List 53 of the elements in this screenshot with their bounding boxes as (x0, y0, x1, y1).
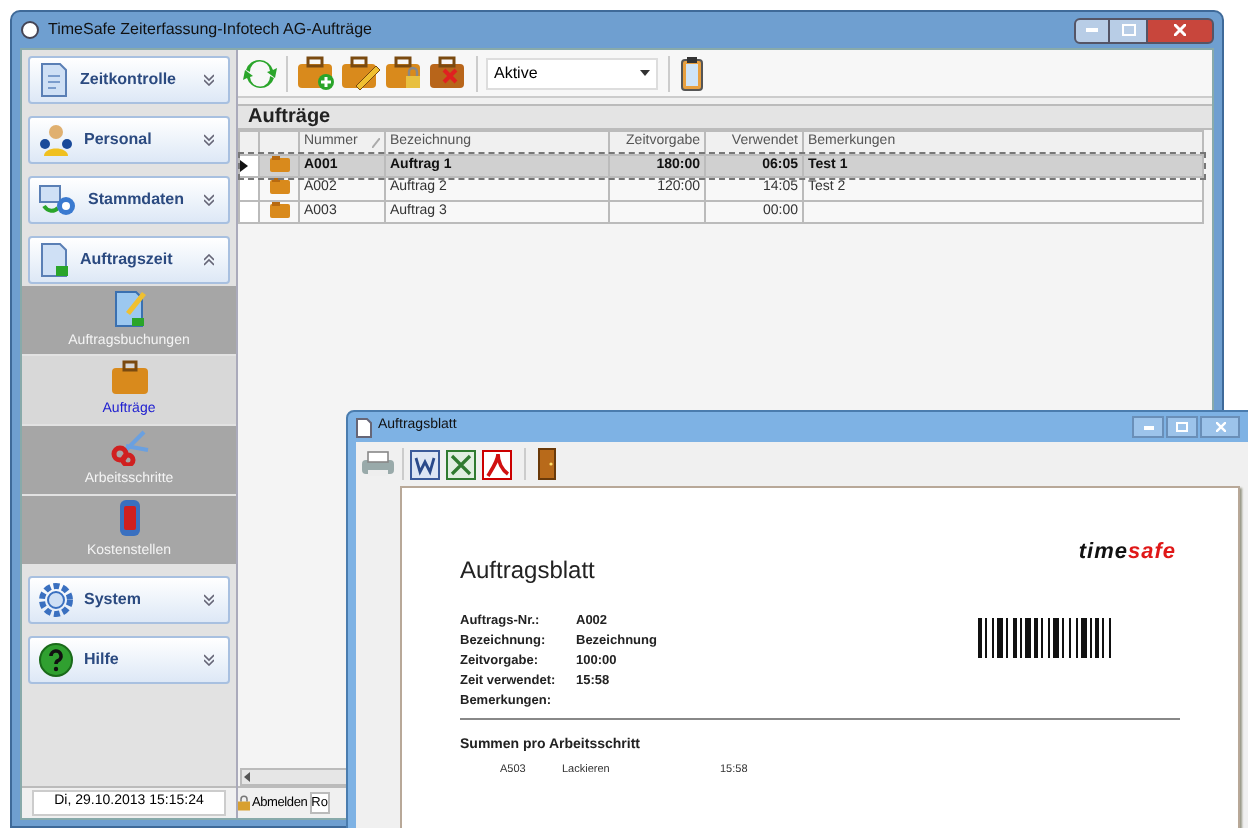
maximize-button[interactable] (1166, 416, 1198, 438)
clipboard-icon[interactable] (680, 55, 704, 91)
maximize-button[interactable] (1110, 17, 1146, 43)
horizontal-scrollbar[interactable] (240, 767, 350, 785)
folder-icon (269, 178, 289, 195)
minimize-button[interactable] (1074, 17, 1110, 43)
sidebar-group-button[interactable]: Auftragszeit (28, 236, 230, 284)
phone-icon (117, 497, 141, 538)
maximize-icon (1121, 24, 1135, 36)
row-pointer-icon (240, 159, 248, 172)
folder-icon (269, 201, 289, 218)
close-button[interactable] (1200, 416, 1240, 438)
help-icon (38, 642, 74, 678)
logo: timesafe (1078, 538, 1176, 568)
scroll-left-icon (242, 771, 252, 781)
close-icon (1215, 422, 1225, 432)
briefcase-delete-icon[interactable] (428, 55, 468, 91)
report-heading: Auftragsblatt (460, 554, 595, 588)
sidebar-group-button[interactable]: Stammdaten (28, 176, 230, 224)
app-icon (20, 20, 40, 40)
word-export-icon[interactable] (410, 449, 440, 479)
excel-export-icon[interactable] (446, 449, 476, 479)
document-icon (38, 62, 70, 98)
sidebar-group-button[interactable]: Zeitkontrolle (28, 56, 230, 104)
pdf-export-icon[interactable] (482, 449, 512, 479)
window-title: TimeSafe Zeiterfassung-Infotech AG-Aufträge (48, 18, 373, 42)
scissors-icon (109, 429, 149, 466)
close-button[interactable] (1146, 17, 1214, 43)
minimize-icon (1086, 28, 1098, 32)
lock-icon (238, 794, 250, 812)
close-icon (1174, 24, 1186, 36)
door-icon[interactable] (538, 448, 556, 480)
briefcase-lock-icon[interactable] (384, 55, 424, 91)
briefcase-add-icon[interactable] (296, 55, 336, 91)
document-icon (38, 242, 70, 278)
maximize-icon (1176, 422, 1188, 432)
refresh-icon[interactable] (242, 55, 278, 91)
printer-icon[interactable] (360, 450, 396, 478)
caret-icon (640, 70, 650, 76)
sort-icon (372, 137, 380, 148)
briefcase-edit-icon[interactable] (340, 55, 380, 91)
sidebar-group-button[interactable]: System (28, 576, 230, 624)
document-pencil-icon (111, 287, 147, 328)
people-icon (38, 122, 74, 158)
folder-icon (269, 155, 289, 172)
briefcase-icon (109, 359, 149, 396)
document-icon (356, 417, 372, 437)
minimize-button[interactable] (1132, 416, 1164, 438)
filter-dropdown[interactable]: Aktive (486, 57, 658, 89)
minimize-icon (1143, 425, 1153, 429)
grid-title: Aufträge (248, 104, 331, 132)
sidebar-group-button[interactable]: Hilfe (28, 636, 230, 684)
sidebar-group-button[interactable]: Personal (28, 116, 230, 164)
